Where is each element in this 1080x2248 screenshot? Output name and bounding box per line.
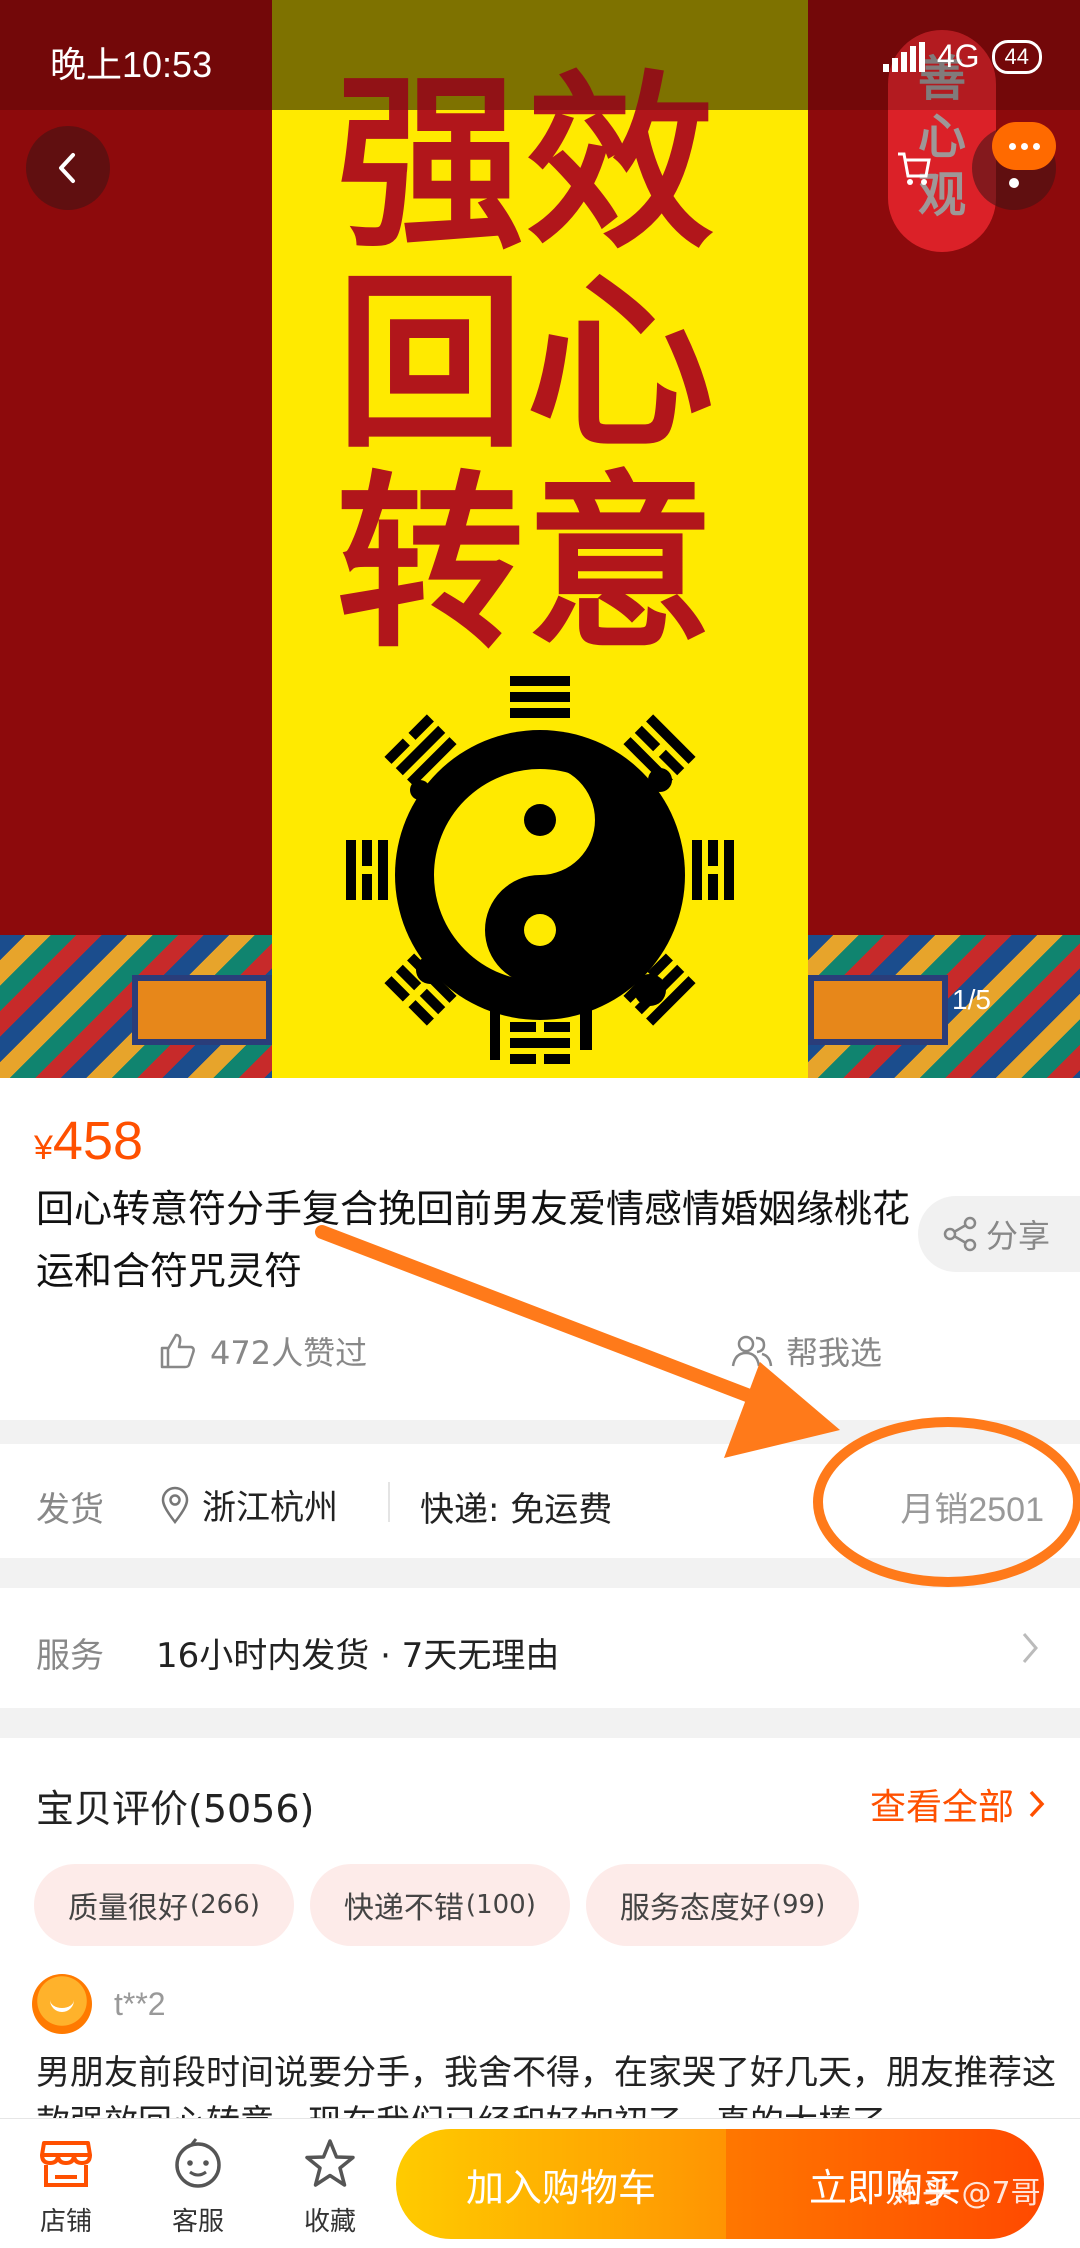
like-button[interactable]: 472人赞过 [158, 1328, 367, 1374]
review-tags: 质量很好 (266) 快递不错 (100) 服务态度好 (99) [34, 1864, 860, 1946]
review-tag[interactable]: 质量很好 (266) [34, 1864, 294, 1946]
hero-char-3: 回 [336, 253, 524, 474]
product-title: 回心转意符分手复合挽回前男友爱情感情婚姻缘桃花运和合符咒灵符 [36, 1187, 911, 1293]
battery-icon: 44 [991, 39, 1042, 74]
reviewer: t**2 [32, 1974, 166, 2034]
avatar [32, 1974, 92, 2034]
signal-icon [882, 41, 925, 72]
decorative-banner-left [0, 935, 272, 1078]
share-button[interactable]: 分享 [918, 1196, 1080, 1272]
reviews-title: 宝贝评价(5056) [36, 1787, 315, 1831]
people-icon [731, 1335, 773, 1367]
status-bar: 晚上10:53 4G 44 [0, 0, 1080, 110]
shipping-label: 发货 [36, 1490, 104, 1530]
review-text: 男朋友前段时间说要分手，我舍不得，在家哭了好几天，朋友推荐这款强效回心转意，现在… [36, 2053, 1056, 2118]
monthly-sales: 月销2501 [900, 1491, 1044, 1529]
customer-service-button[interactable]: 客服 [148, 2133, 248, 2238]
shop-icon [40, 2141, 92, 2187]
shipping-location: 浙江杭州 [160, 1480, 338, 1529]
chat-face-icon [175, 2138, 221, 2188]
review-tag[interactable]: 快递不错 (100) [309, 1864, 570, 1946]
chevron-right-icon [1029, 1790, 1045, 1818]
location-pin-icon [161, 1486, 189, 1524]
reviewer-name: t**2 [114, 1985, 166, 2022]
product-info: ¥458 回心转意符分手复合挽回前男友爱情感情婚姻缘桃花运和合符咒灵符 分享 4… [0, 1078, 1080, 1420]
status-indicators: 4G 44 [882, 38, 1042, 75]
share-icon [943, 1216, 977, 1252]
shipping-row: 发货 浙江杭州 快递: 免运费 月销2501 [0, 1444, 1080, 1558]
view-all-reviews-link[interactable]: 查看全部 [870, 1778, 1046, 1830]
hero-char-4: 心 [526, 253, 714, 474]
cart-icon [898, 152, 931, 185]
favorite-button[interactable]: 收藏 [280, 2133, 380, 2238]
add-to-cart-button[interactable]: 加入购物车 [396, 2129, 726, 2239]
chevron-right-icon [1022, 1633, 1038, 1663]
cart-button[interactable] [872, 126, 956, 210]
image-counter: 1/5 [952, 984, 991, 1015]
back-button[interactable] [26, 126, 110, 210]
watermark: 知乎 @7哥 [892, 2176, 1041, 2211]
price: ¥458 [34, 1111, 144, 1171]
reviews-section: 宝贝评价(5056) 查看全部 质量很好 (266) 快递不错 (100) 服务态度… [0, 1738, 1080, 2118]
review-tag[interactable]: 服务态度好 (99) [585, 1864, 860, 1946]
service-label: 服务 [36, 1636, 104, 1676]
yin-yang-bagua-icon [340, 670, 740, 1070]
back-arrow-icon [59, 153, 75, 183]
shop-button[interactable]: 店铺 [16, 2133, 116, 2238]
hero-char-6: 意 [526, 453, 714, 674]
network-type: 4G [936, 38, 980, 74]
divider [388, 1482, 390, 1522]
service-row[interactable]: 服务 16小时内发货 · 7天无理由 [0, 1588, 1080, 1708]
decorative-banner-right [808, 935, 1080, 1078]
status-time: 晚上10:53 [50, 44, 213, 85]
star-icon [305, 2139, 355, 2187]
more-button[interactable] [972, 122, 1056, 210]
service-text: 16小时内发货 · 7天无理由 [156, 1636, 560, 1676]
hero-char-5: 转 [336, 453, 524, 674]
more-icon [992, 122, 1056, 170]
shipping-express: 快递: 免运费 [420, 1490, 613, 1530]
thumbs-up-icon [160, 1333, 195, 1369]
help-choose-button[interactable]: 帮我选 [730, 1328, 882, 1374]
